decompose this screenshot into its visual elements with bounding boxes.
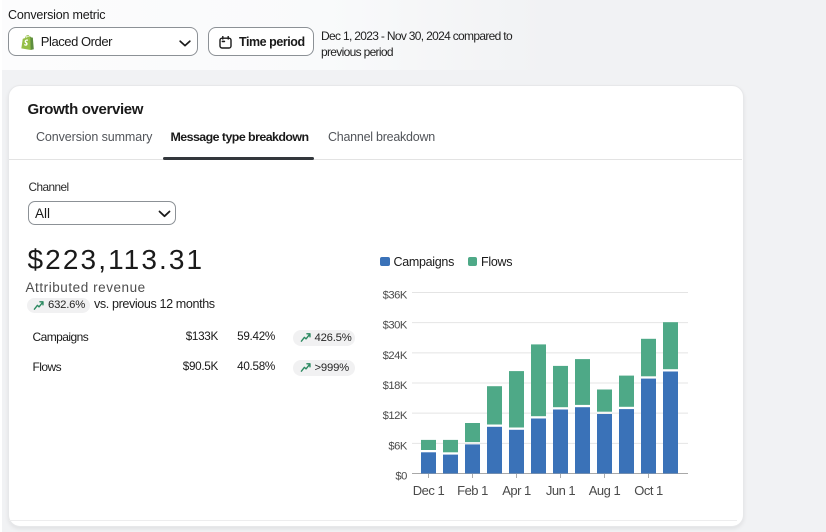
svg-text:$0: $0: [395, 471, 407, 483]
svg-text:$6K: $6K: [388, 440, 407, 452]
svg-text:$36K: $36K: [383, 290, 408, 302]
svg-text:Feb 1: Feb 1: [457, 483, 488, 498]
svg-text:Jun 1: Jun 1: [546, 483, 576, 498]
svg-text:$24K: $24K: [383, 350, 408, 362]
svg-text:$12K: $12K: [383, 410, 408, 422]
svg-text:Apr 1: Apr 1: [502, 483, 531, 498]
svg-text:Oct 1: Oct 1: [634, 483, 663, 498]
svg-text:Dec 1: Dec 1: [413, 483, 445, 498]
svg-text:$18K: $18K: [383, 380, 408, 392]
svg-text:$30K: $30K: [383, 320, 408, 332]
svg-text:Aug 1: Aug 1: [589, 483, 621, 498]
